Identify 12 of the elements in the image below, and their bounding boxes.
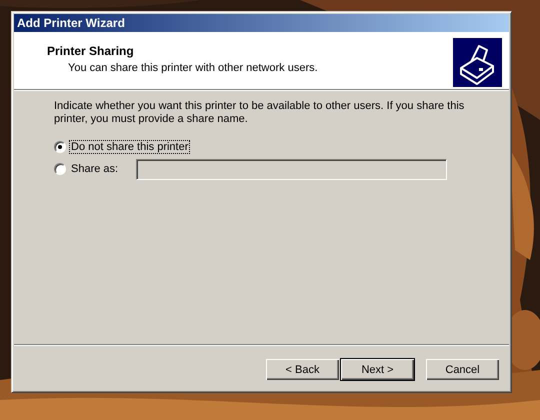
radio-button[interactable] <box>54 163 66 175</box>
page-subtitle: You can share this printer with other network users. <box>68 62 318 74</box>
window-title: Add Printer Wizard <box>17 16 125 30</box>
page-title: Printer Sharing <box>47 44 135 58</box>
radio-label[interactable]: Do not share this printer <box>70 141 190 153</box>
back-button[interactable]: < Back <box>265 358 340 381</box>
radio-button[interactable] <box>54 141 66 153</box>
next-button[interactable]: Next > <box>340 358 415 381</box>
printer-icon <box>453 38 502 87</box>
cancel-button[interactable]: Cancel <box>425 358 500 381</box>
instructions-text: Indicate whether you want this printer to be available to other users. If you share this printer, you must provide a share name. <box>54 100 466 126</box>
radio-label[interactable]: Share as: <box>70 163 126 175</box>
